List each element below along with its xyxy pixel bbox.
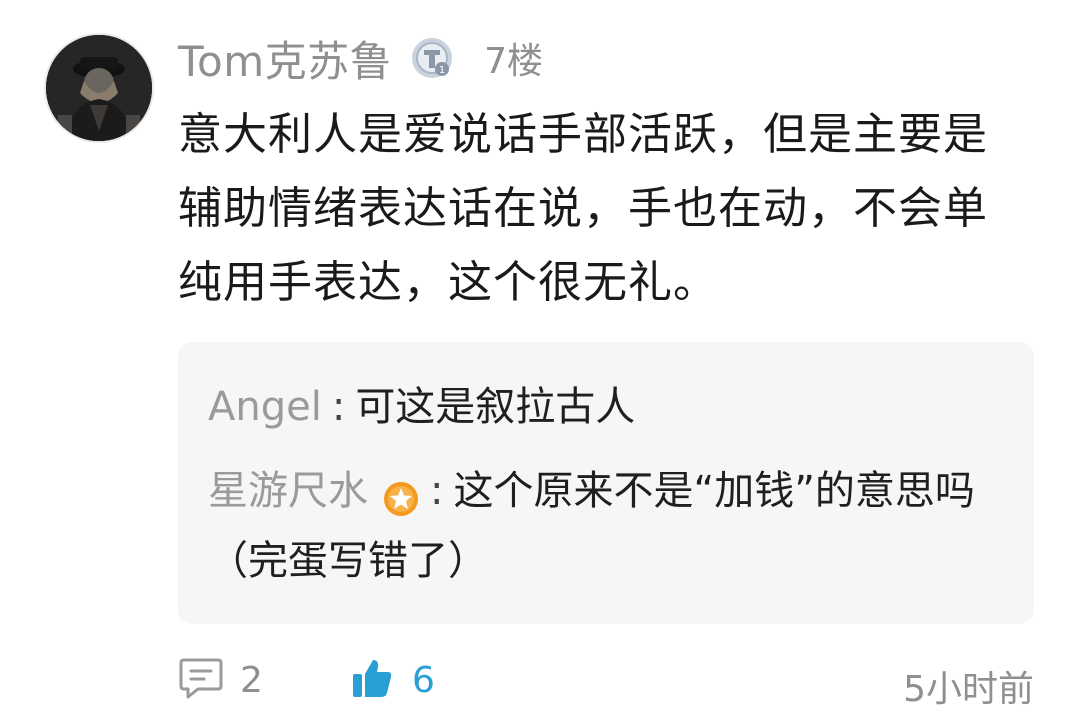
replies-box[interactable]: Angel: 可这是叙拉古人 星游尺水: 这个原来不是“加钱”的意思吗（完蛋写错了） [178,342,1034,624]
username[interactable]: Tom克苏鲁 [178,28,392,89]
reply-username[interactable]: Angel [208,384,322,430]
avatar-image [46,35,152,141]
reply-separator: : [430,468,444,514]
reply-item[interactable]: 星游尺水: 这个原来不是“加钱”的意思吗（完蛋写错了） [208,456,998,596]
level-t1-badge-icon: 1 [410,36,454,80]
thumbs-up-icon [350,656,394,704]
like-count: 6 [412,659,435,701]
reply-separator: : [331,384,346,430]
reply-item[interactable]: Angel: 可这是叙拉古人 [208,372,998,442]
comment-button[interactable]: 2 [178,656,263,704]
post-footer: 2 6 5小时前 [178,650,1034,714]
reply-username[interactable]: 星游尺水 [208,468,368,514]
post-header: Tom克苏鲁 1 7楼 [178,30,543,86]
star-badge-icon [382,470,420,516]
svg-text:1: 1 [439,65,445,76]
floor-number: 7楼 [484,41,544,82]
comment-icon [178,656,224,704]
post-content: 意大利人是爱说话手部活跃，但是主要是辅助情绪表达话在说，手也在动，不会单纯用手表… [178,109,988,308]
like-button[interactable]: 6 [350,656,435,704]
comment-count: 2 [240,659,263,701]
user-avatar[interactable] [46,35,152,141]
post-time: 5小时前 [903,669,1034,710]
reply-text: 可这是叙拉古人 [355,384,636,430]
